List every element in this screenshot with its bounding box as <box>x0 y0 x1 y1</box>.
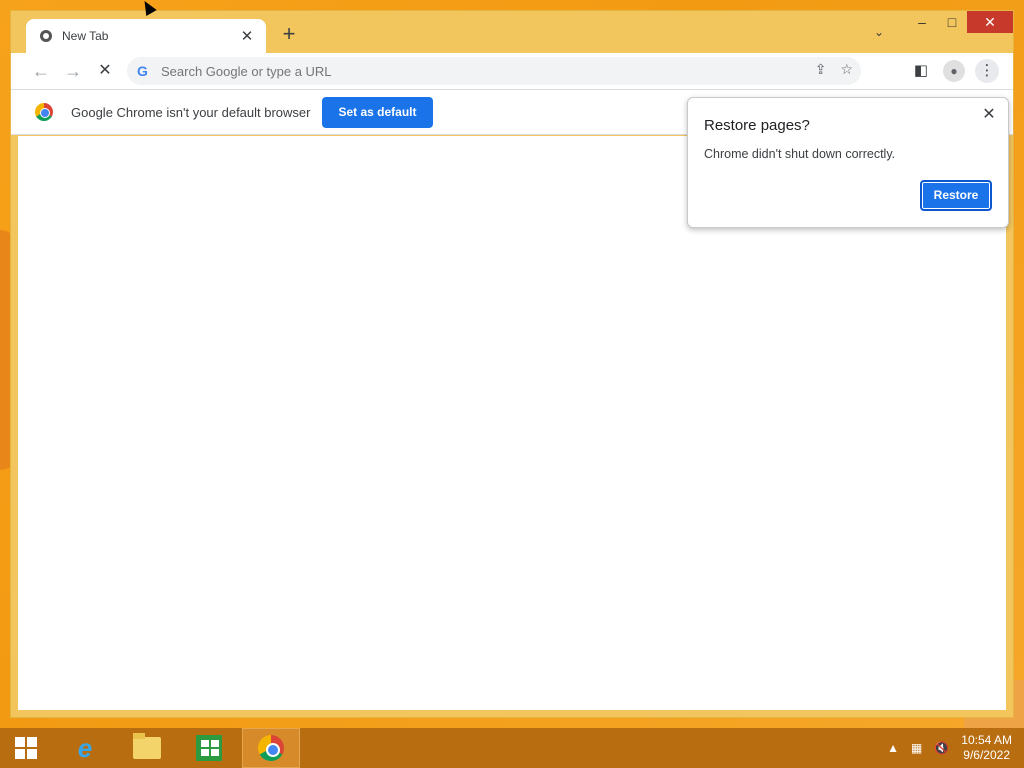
clock[interactable]: 10:54 AM 9/6/2022 <box>961 733 1012 763</box>
close-window-button[interactable]: ✕ <box>967 11 1013 33</box>
bubble-title: Restore pages? <box>704 117 810 134</box>
tab-favicon-icon <box>40 30 52 42</box>
store-icon <box>196 735 222 761</box>
restore-button[interactable]: Restore <box>920 180 992 211</box>
omnibox-input[interactable] <box>161 63 661 79</box>
bubble-message: Chrome didn't shut down correctly. <box>704 147 896 161</box>
restore-pages-bubble: ✕ Restore pages? Chrome didn't shut down… <box>687 97 1009 228</box>
share-icon[interactable]: ⇪ <box>815 61 827 78</box>
taskbar: e ▲ ▦ 🔇 10:54 AM 9/6/2022 <box>0 728 1024 768</box>
tab-strip: New Tab ✕ + ⌄ – □ ✕ <box>11 11 1013 53</box>
chrome-icon <box>258 735 284 761</box>
taskbar-chrome[interactable] <box>242 728 300 768</box>
stop-loading-icon[interactable]: ✕ <box>91 57 119 85</box>
taskbar-internet-explorer[interactable]: e <box>56 728 114 768</box>
profile-avatar-icon[interactable]: ● <box>943 60 965 82</box>
tab-title: New Tab <box>62 29 109 43</box>
new-tab-button[interactable]: + <box>277 23 301 47</box>
system-tray: ▲ ▦ 🔇 10:54 AM 9/6/2022 <box>887 728 1012 768</box>
set-as-default-button[interactable]: Set as default <box>322 96 433 128</box>
tab-new-tab[interactable]: New Tab ✕ <box>26 19 266 53</box>
forward-arrow-icon[interactable]: → <box>59 57 87 85</box>
side-panel-icon[interactable]: ◧ <box>909 59 933 83</box>
folder-icon <box>133 733 161 759</box>
show-hidden-icons-chevron-up-icon[interactable]: ▲ <box>887 741 899 755</box>
browser-toolbar: ← → ✕ G ⇪ ☆ ◧ ● ⋮ <box>11 53 1013 89</box>
chrome-window: New Tab ✕ + ⌄ – □ ✕ ← → ✕ G ⇪ ☆ ◧ ● ⋮ Go… <box>10 10 1014 718</box>
bookmark-star-icon[interactable]: ☆ <box>840 61 853 78</box>
maximize-button[interactable]: □ <box>937 11 967 33</box>
network-icon[interactable]: ▦ <box>911 741 922 755</box>
google-g-icon: G <box>137 63 148 79</box>
minimize-button[interactable]: – <box>907 11 937 33</box>
bubble-close-icon[interactable]: ✕ <box>980 104 998 124</box>
volume-muted-icon[interactable]: 🔇 <box>934 741 949 755</box>
clock-date: 9/6/2022 <box>963 748 1010 762</box>
start-button[interactable] <box>0 728 52 768</box>
clock-time: 10:54 AM <box>961 733 1012 747</box>
omnibox[interactable]: G ⇪ ☆ <box>127 57 861 85</box>
tab-close-icon[interactable]: ✕ <box>238 27 256 45</box>
infobar-message: Google Chrome isn't your default browser <box>71 104 311 120</box>
taskbar-store[interactable] <box>180 728 238 768</box>
chrome-logo-icon <box>35 103 53 121</box>
tab-search-chevron-down-icon[interactable]: ⌄ <box>874 25 884 39</box>
internet-explorer-icon: e <box>77 732 93 763</box>
menu-dots-icon[interactable]: ⋮ <box>975 59 999 83</box>
windows-logo-icon <box>15 737 37 759</box>
taskbar-file-explorer[interactable] <box>118 728 176 768</box>
back-arrow-icon[interactable]: ← <box>27 57 55 85</box>
